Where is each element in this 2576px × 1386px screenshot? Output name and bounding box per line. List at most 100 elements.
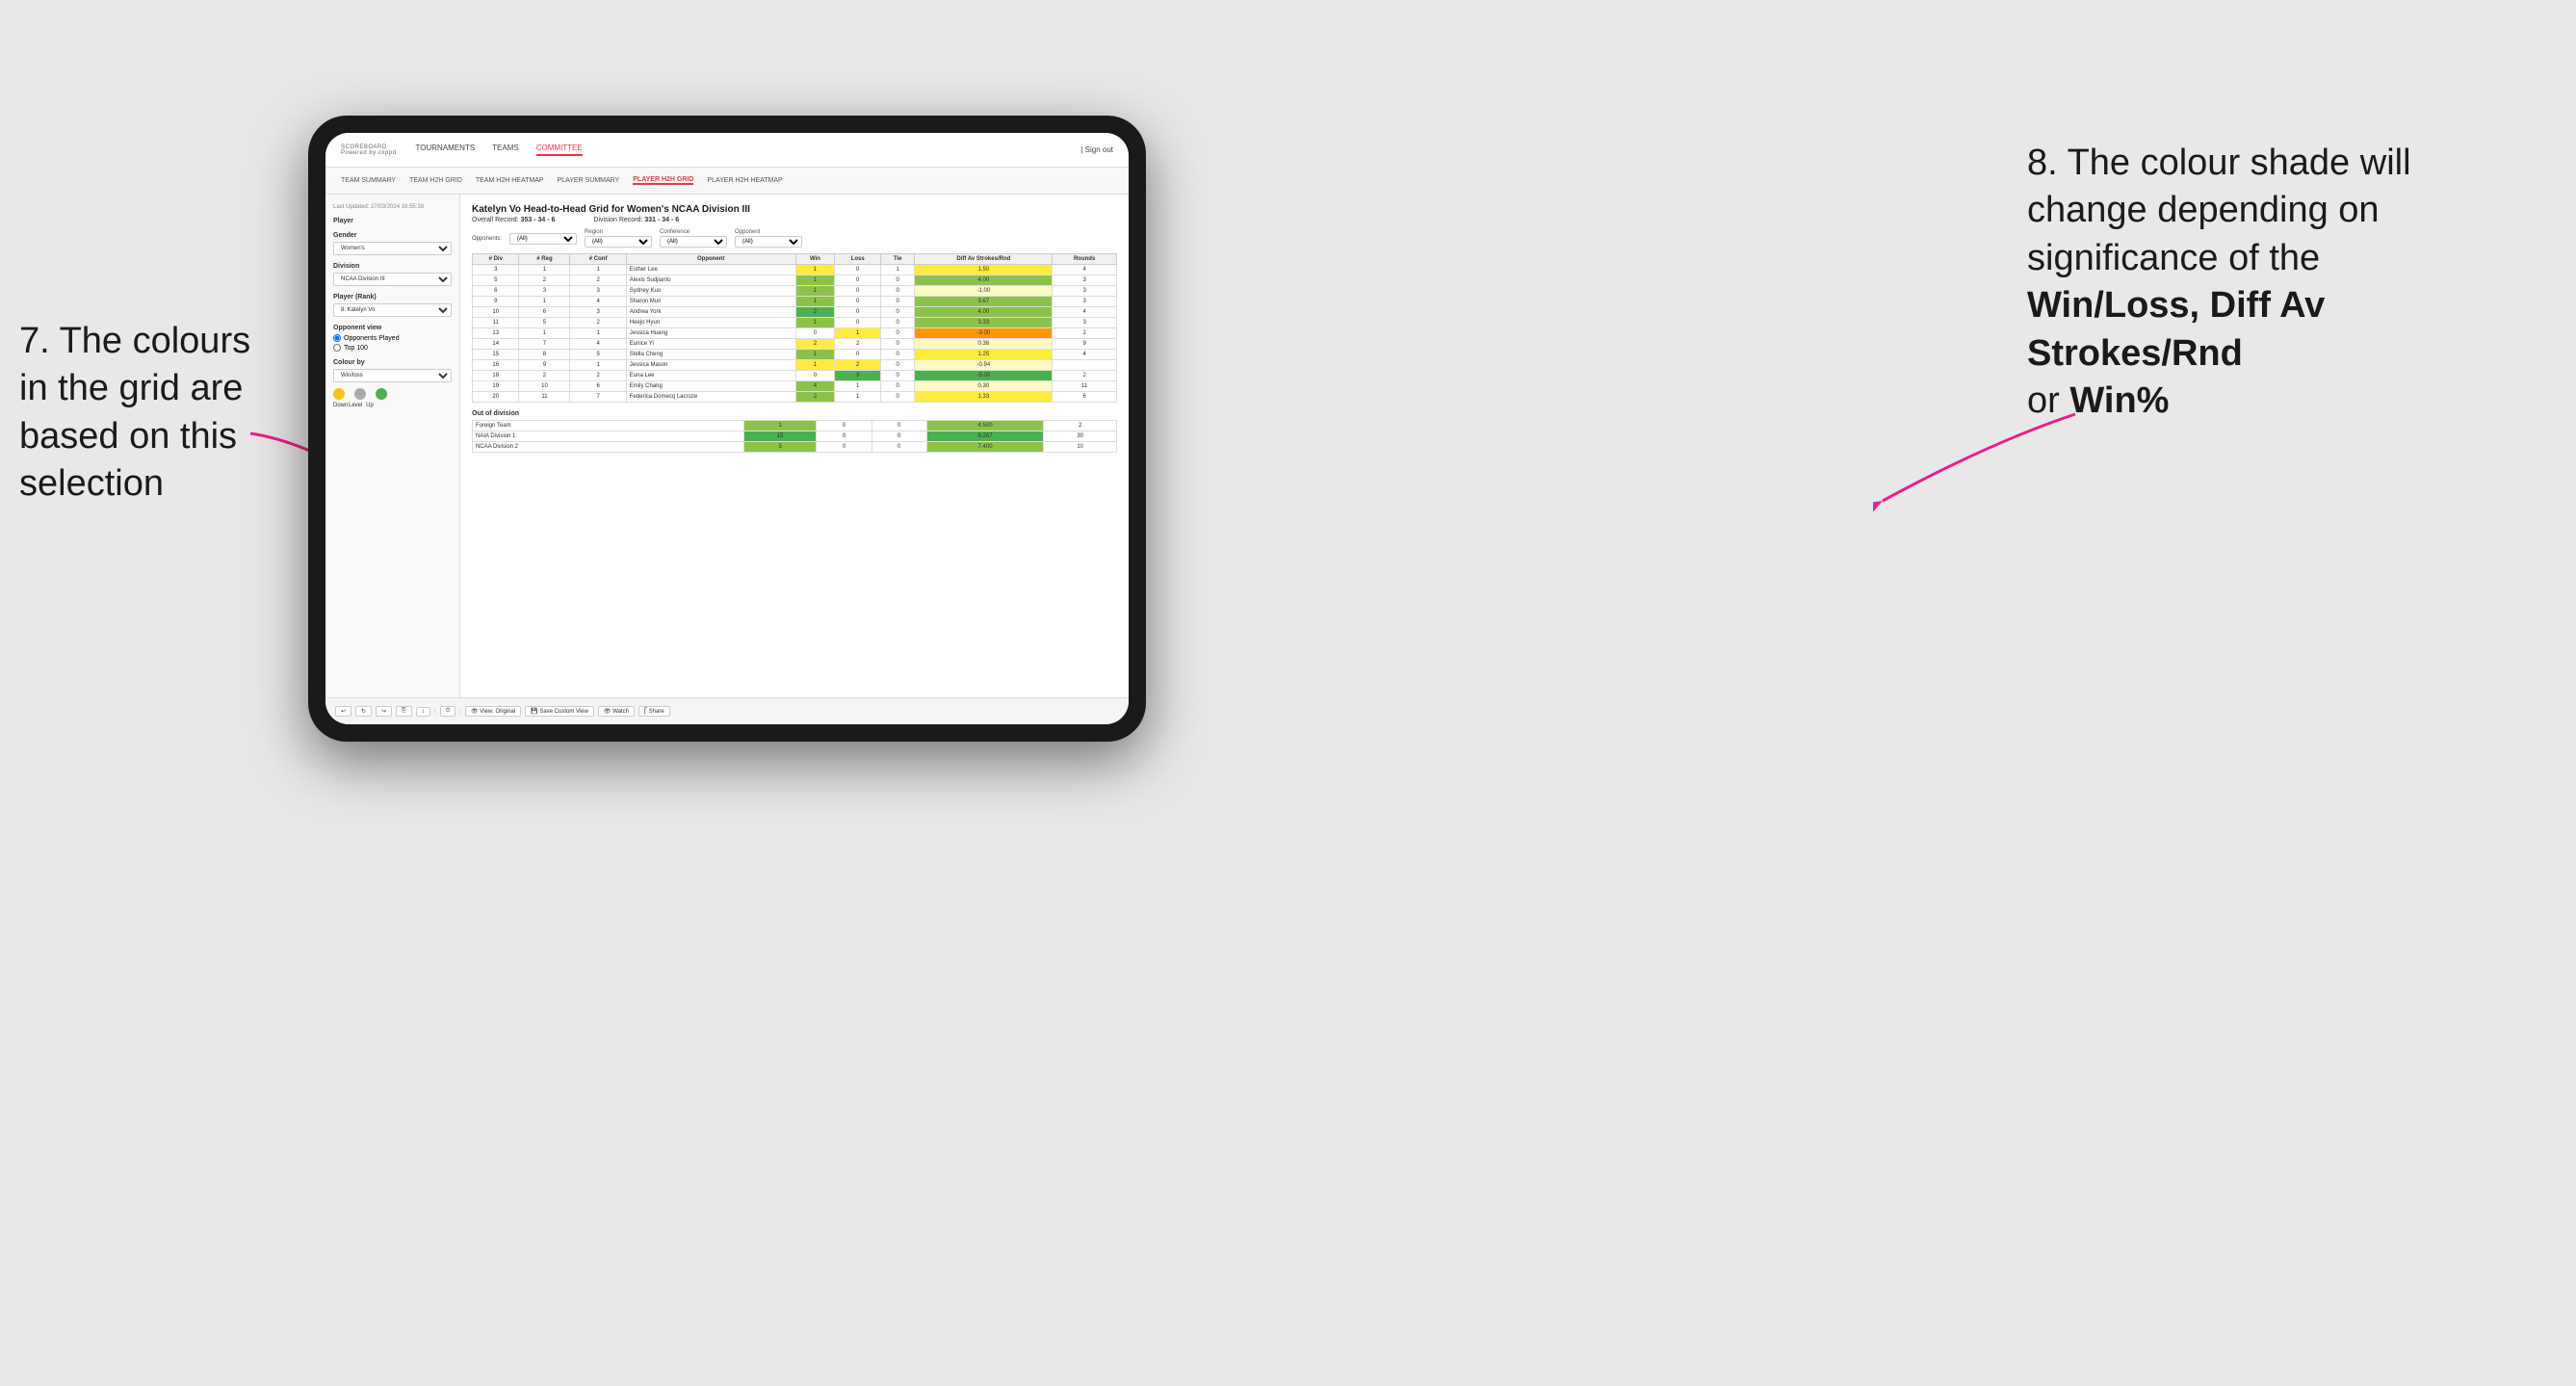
dot-down (333, 388, 345, 400)
cell-tie: 0 (881, 381, 915, 392)
cell-loss: 1 (835, 381, 881, 392)
cell-reg: 2 (519, 371, 570, 381)
cell-reg: 1 (519, 328, 570, 339)
nav-sign-out[interactable]: | Sign out (1080, 145, 1113, 154)
sidebar-player-rank-select[interactable]: 8. Katelyn Vo (333, 303, 452, 317)
cell-diff: -5.00 (915, 371, 1053, 381)
tab-player-summary[interactable]: PLAYER SUMMARY (558, 177, 620, 184)
tab-player-h2h-grid[interactable]: PLAYER H2H GRID (633, 176, 693, 185)
table-row: 10 6 3 Andrea York 2 0 0 4.00 4 (473, 307, 1117, 318)
cell-reg: 2 (519, 275, 570, 286)
out-division-row: NAIA Division 1 15 0 0 9.267 30 (473, 431, 1117, 442)
h2h-table: # Div # Reg # Conf Opponent Win Loss Tie… (472, 253, 1117, 403)
redo-btn[interactable]: ↻ (355, 706, 372, 717)
cell-loss: 0 (835, 286, 881, 297)
cell-out-win: 15 (743, 431, 817, 442)
cell-reg: 5 (519, 318, 570, 328)
dot-up (376, 388, 387, 400)
undo-btn[interactable]: ↩ (335, 706, 351, 717)
sidebar-colour-by-select[interactable]: Win/loss (333, 369, 452, 382)
radio-top100-input[interactable] (333, 344, 341, 352)
content-area: Katelyn Vo Head-to-Head Grid for Women's… (460, 195, 1129, 697)
cell-opponent: Emily Chang (626, 381, 795, 392)
cell-reg: 8 (519, 350, 570, 360)
cell-rounds: 6 (1053, 392, 1117, 403)
opponent-filter-group: Opponent (All) (735, 229, 802, 248)
cell-opponent: Sharon Mun (626, 297, 795, 307)
cell-tie: 0 (881, 360, 915, 371)
tab-team-summary[interactable]: TEAM SUMMARY (341, 177, 396, 184)
nav-bar: SCOREBOARD Powered by clippd TOURNAMENTS… (325, 133, 1129, 168)
opponent-filter-label: Opponent (735, 229, 802, 235)
cell-diff: 3.67 (915, 297, 1053, 307)
cell-tie: 0 (881, 350, 915, 360)
col-conf: # Conf (570, 254, 626, 265)
cell-conf: 3 (570, 286, 626, 297)
sidebar-radio-opponents-played[interactable]: Opponents Played (333, 334, 452, 342)
view-original-btn[interactable]: 👁 View: Original (465, 706, 521, 717)
watch-btn[interactable]: 👁 Watch (598, 706, 635, 717)
region-filter-select[interactable]: (All) (585, 236, 652, 248)
radio-opponents-played-input[interactable] (333, 334, 341, 342)
forward-btn[interactable]: ↪ (376, 706, 392, 717)
colour-dots (333, 388, 452, 400)
cell-conf: 1 (570, 360, 626, 371)
tab-player-h2h-heatmap[interactable]: PLAYER H2H HEATMAP (707, 177, 782, 184)
sidebar-gender-select[interactable]: Women's (333, 242, 452, 255)
table-row: 5 2 2 Alexis Sudjianto 1 0 0 4.00 3 (473, 275, 1117, 286)
cell-tie: 0 (881, 392, 915, 403)
cell-win: 1 (795, 286, 835, 297)
sidebar-colour-by-label: Colour by (333, 359, 452, 366)
cell-loss: 0 (835, 350, 881, 360)
annotation-bold1: Win/Loss, (2027, 285, 2199, 326)
logo: SCOREBOARD Powered by clippd (341, 144, 397, 156)
copy-btn[interactable]: ⎘ (396, 706, 412, 717)
col-reg: # Reg (519, 254, 570, 265)
opponent-filter-select[interactable]: (All) (735, 236, 802, 248)
tab-team-h2h-heatmap[interactable]: TEAM H2H HEATMAP (476, 177, 544, 184)
table-row: 3 1 1 Esther Lee 1 0 1 1.50 4 (473, 265, 1117, 275)
cell-loss: 3 (835, 371, 881, 381)
cell-win: 2 (795, 307, 835, 318)
nav-tournaments[interactable]: TOURNAMENTS (416, 144, 476, 156)
sidebar-gender-section: Gender Women's (333, 232, 452, 255)
cell-conf: 2 (570, 275, 626, 286)
cell-reg: 3 (519, 286, 570, 297)
cell-rounds (1053, 360, 1117, 371)
sidebar-player-section: Player (333, 218, 452, 224)
cell-div: 19 (473, 381, 519, 392)
conference-filter-select[interactable]: (All) (660, 236, 727, 248)
sidebar-opponent-view-section: Opponent view Opponents Played Top 100 (333, 325, 452, 352)
table-row: 20 11 7 Federica Domecq Lacroze 2 1 0 1.… (473, 392, 1117, 403)
cell-out-opponent: NCAA Division 2 (473, 442, 744, 453)
cell-diff: -3.00 (915, 328, 1053, 339)
cell-out-win: 1 (743, 421, 817, 431)
colour-labels: Down Level Up (333, 403, 452, 408)
opponents-filter-select[interactable]: (All) (509, 233, 577, 245)
cell-loss: 0 (835, 275, 881, 286)
tab-team-h2h-grid[interactable]: TEAM H2H GRID (409, 177, 462, 184)
cell-conf: 2 (570, 318, 626, 328)
cell-rounds: 3 (1053, 286, 1117, 297)
clock-btn[interactable]: ⏱ (440, 706, 456, 717)
nav-committee[interactable]: COMMITTEE (536, 144, 583, 156)
table-row: 13 1 1 Jessica Huang 0 1 0 -3.00 2 (473, 328, 1117, 339)
cell-conf: 7 (570, 392, 626, 403)
cell-opponent: Alexis Sudjianto (626, 275, 795, 286)
save-custom-btn[interactable]: 💾 Save Custom View (525, 706, 594, 717)
cell-loss: 0 (835, 265, 881, 275)
cell-rounds: 11 (1053, 381, 1117, 392)
cell-out-loss: 0 (817, 442, 872, 453)
col-tie: Tie (881, 254, 915, 265)
share-btn[interactable]: ⎡ Share (638, 706, 670, 717)
nav-teams[interactable]: TEAMS (492, 144, 519, 156)
opponents-filter-label: Opponents: (472, 236, 502, 242)
sidebar-radio-top100[interactable]: Top 100 (333, 344, 452, 352)
nav-links: TOURNAMENTS TEAMS COMMITTEE (416, 144, 583, 156)
sidebar-division-select[interactable]: NCAA Division III (333, 273, 452, 286)
cell-tie: 0 (881, 318, 915, 328)
col-opponent: Opponent (626, 254, 795, 265)
cell-conf: 4 (570, 297, 626, 307)
paste-btn[interactable]: ↕ (416, 707, 430, 717)
cell-diff: -1.00 (915, 286, 1053, 297)
